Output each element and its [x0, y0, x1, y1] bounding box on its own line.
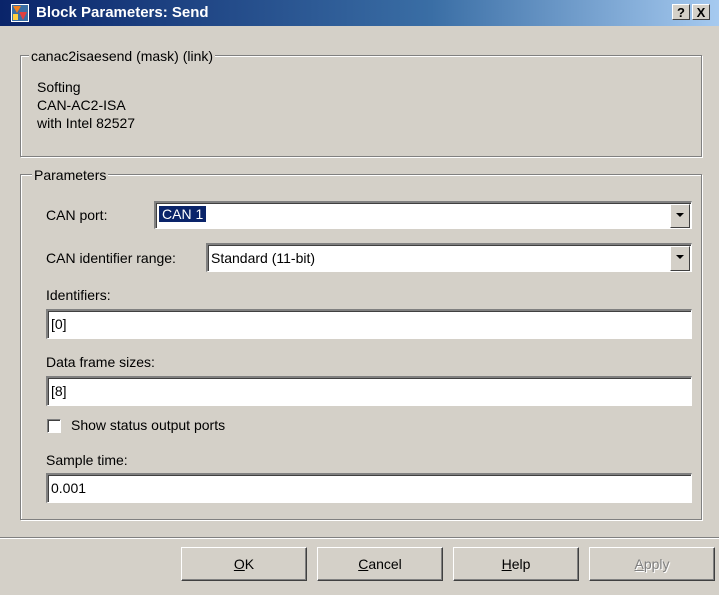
cancel-label-rest: ancel: [368, 556, 402, 572]
mask-group-legend: canac2isaesend (mask) (link): [29, 48, 216, 64]
id-range-value: Standard (11-bit): [211, 250, 316, 266]
help-button[interactable]: Help: [453, 547, 579, 581]
help-label-rest: elp: [511, 556, 531, 572]
description-line-2: CAN-AC2-ISA: [37, 97, 126, 113]
can-port-label: CAN port:: [46, 207, 108, 223]
window-title: Block Parameters: Send: [36, 4, 209, 21]
chevron-down-icon[interactable]: [670, 204, 690, 228]
parameters-group-legend: Parameters: [32, 167, 109, 183]
ok-hotkey: O: [233, 556, 245, 572]
ok-button[interactable]: OK: [181, 547, 307, 581]
identifiers-input[interactable]: [0]: [46, 309, 692, 339]
apply-label-rest: pply: [643, 556, 670, 572]
frame-sizes-label: Data frame sizes:: [46, 354, 155, 370]
apply-hotkey: A: [634, 556, 644, 572]
cancel-button[interactable]: Cancel: [317, 547, 443, 581]
title-bar[interactable]: Block Parameters: Send ? X: [0, 0, 719, 26]
sample-time-input[interactable]: 0.001: [46, 473, 692, 503]
help-hotkey: H: [501, 556, 512, 572]
apply-button[interactable]: Apply: [589, 547, 715, 581]
context-help-button[interactable]: ?: [672, 4, 690, 20]
frame-sizes-input[interactable]: [8]: [46, 376, 692, 406]
id-range-dropdown[interactable]: Standard (11-bit): [206, 243, 692, 272]
cancel-hotkey: C: [358, 556, 369, 572]
close-button[interactable]: X: [692, 4, 710, 20]
status-ports-label[interactable]: Show status output ports: [71, 417, 225, 434]
simulink-block-icon: [11, 4, 29, 22]
sample-time-label: Sample time:: [46, 452, 128, 468]
description-line-3: with Intel 82527: [37, 115, 136, 131]
status-ports-checkbox[interactable]: [47, 419, 61, 433]
can-port-value: CAN 1: [157, 205, 208, 223]
description-line-1: Softing: [37, 79, 81, 95]
identifiers-label: Identifiers:: [46, 287, 111, 303]
button-separator: [0, 537, 719, 539]
id-range-label: CAN identifier range:: [46, 250, 176, 266]
can-port-dropdown[interactable]: CAN 1: [154, 201, 692, 229]
ok-label-rest: K: [244, 556, 255, 572]
chevron-down-icon[interactable]: [670, 246, 690, 271]
